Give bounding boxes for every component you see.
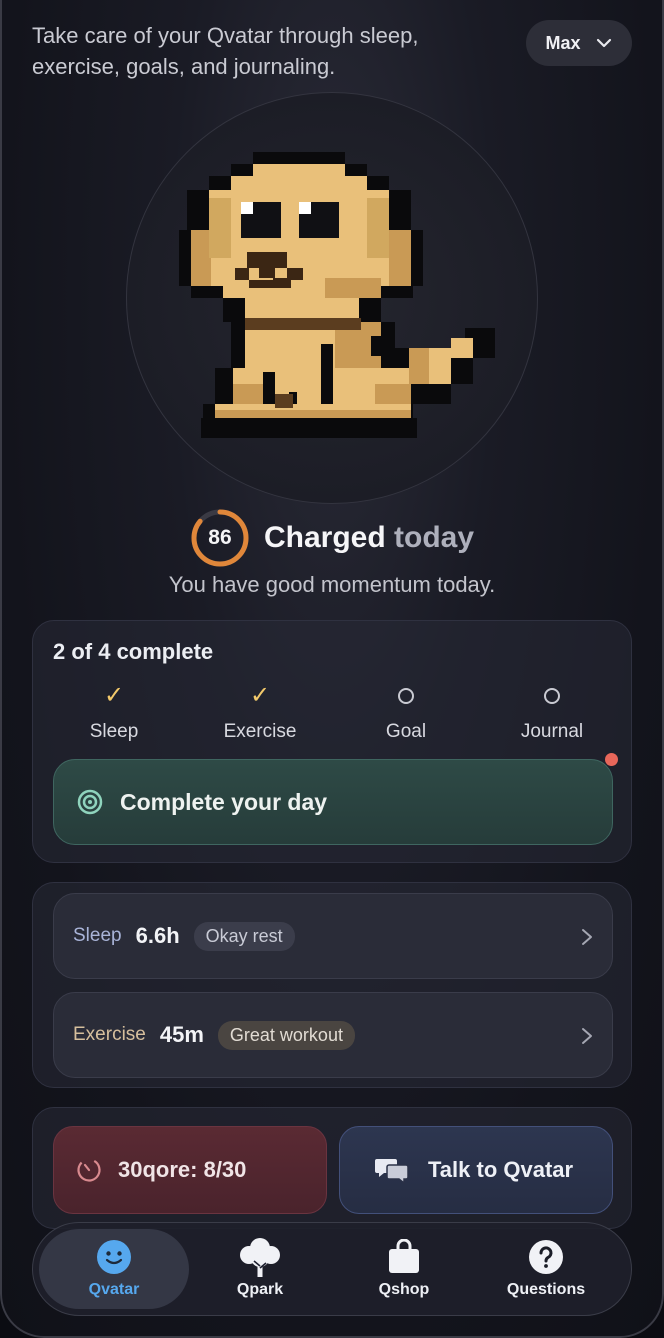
complete-your-day-label: Complete your day (120, 788, 328, 815)
timer-icon (77, 1158, 101, 1182)
bottom-tab-bar: Qvatar Qpark Qshop Questions (32, 1222, 632, 1316)
talk-label: Talk to Qvatar (428, 1157, 574, 1182)
tab-qshop[interactable]: Qshop (329, 1229, 479, 1309)
check-icon: ✓ (103, 682, 125, 709)
charge-score-ring: 86 (190, 508, 250, 568)
task-label: Exercise (223, 721, 297, 742)
status-title-strong: Charged (263, 521, 386, 554)
status-title-muted: today (394, 521, 475, 554)
task-sleep[interactable]: ✓ Sleep (41, 683, 187, 743)
exercise-badge: Great workout (217, 1020, 355, 1050)
smiley-icon (97, 1240, 131, 1274)
tab-label: Qshop (378, 1281, 430, 1298)
task-label: Goal (385, 721, 427, 742)
app-screen: Take care of your Qvatar through sleep, … (0, 0, 664, 1338)
tab-qvatar[interactable]: Qvatar (39, 1229, 189, 1309)
tab-label: Questions (506, 1281, 586, 1298)
task-exercise[interactable]: ✓ Exercise (187, 683, 333, 743)
exercise-label: Exercise (73, 1024, 146, 1045)
shopping-bag-icon (389, 1239, 419, 1273)
profile-selector-button[interactable]: Max (526, 20, 632, 66)
check-icon: ✓ (249, 682, 271, 709)
qore-label: 30qore: 8/30 (118, 1157, 247, 1182)
metrics-card: Sleep 6.6h Okay rest Exercise 45m Great … (32, 882, 632, 1088)
chat-bubbles-icon (375, 1159, 409, 1185)
task-goal[interactable]: Goal (333, 683, 479, 743)
profile-name: Max (545, 32, 581, 53)
tab-label: Qvatar (88, 1281, 140, 1298)
question-icon (529, 1240, 563, 1274)
target-icon (77, 789, 103, 815)
status-title: Charged today (264, 521, 474, 555)
qore-challenge-button[interactable]: 30qore: 8/30 (53, 1126, 327, 1214)
exercise-value: 45m (159, 1022, 204, 1047)
qvatar-dog-avatar[interactable] (175, 148, 511, 448)
tab-questions[interactable]: Questions (471, 1229, 621, 1309)
empty-circle-icon (544, 688, 560, 704)
task-journal[interactable]: Journal (479, 683, 625, 743)
chevron-right-icon (582, 1028, 592, 1044)
sleep-label: Sleep (73, 925, 122, 946)
tab-qpark[interactable]: Qpark (185, 1229, 335, 1309)
status-message: You have good momentum today. (168, 572, 496, 597)
task-list: ✓ Sleep ✓ Exercise Goal Journal (33, 683, 633, 743)
tab-label: Qpark (236, 1281, 284, 1298)
progress-summary: 2 of 4 complete (53, 639, 214, 664)
task-label: Sleep (89, 721, 139, 742)
chevron-right-icon (582, 929, 592, 945)
charge-score: 86 (208, 526, 232, 549)
empty-circle-icon (398, 688, 414, 704)
tree-icon (240, 1238, 280, 1277)
exercise-metric-row[interactable]: Exercise 45m Great workout (53, 992, 613, 1078)
task-label: Journal (520, 721, 584, 742)
complete-your-day-button[interactable]: Complete your day (53, 759, 613, 845)
chevron-down-icon (596, 38, 611, 48)
daily-progress-card: 2 of 4 complete ✓ Sleep ✓ Exercise Goal … (32, 620, 632, 863)
notification-dot (605, 753, 618, 766)
actions-card: 30qore: 8/30 Talk to Qvatar (32, 1107, 632, 1229)
sleep-badge: Okay rest (193, 921, 295, 951)
sleep-metric-row[interactable]: Sleep 6.6h Okay rest (53, 893, 613, 979)
header-subtitle: Take care of your Qvatar through sleep, … (32, 23, 419, 79)
talk-to-qvatar-button[interactable]: Talk to Qvatar (339, 1126, 613, 1214)
sleep-value: 6.6h (135, 923, 180, 948)
charge-status: 86 Charged today (0, 508, 664, 568)
